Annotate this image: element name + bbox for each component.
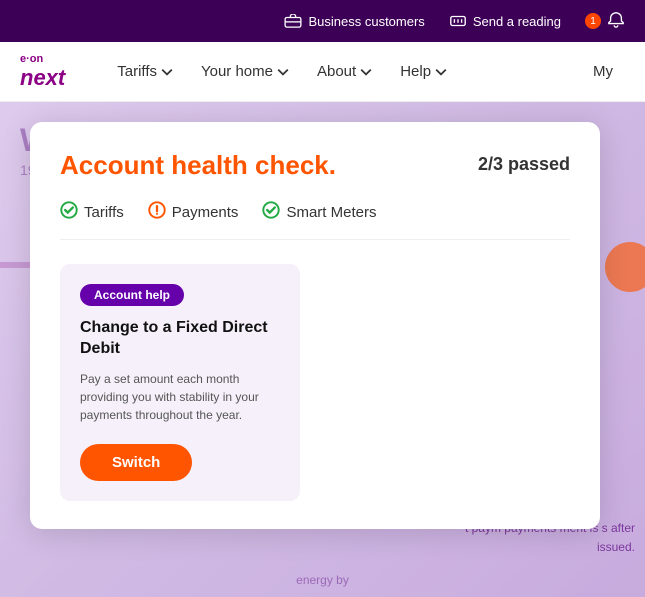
switch-button[interactable]: Switch <box>80 444 192 481</box>
nav-about[interactable]: About <box>305 55 384 88</box>
modal-score: 2/3 passed <box>478 154 570 175</box>
chevron-down-icon-4 <box>435 66 447 78</box>
chevron-down-icon-2 <box>277 66 289 78</box>
notification-count: 1 <box>590 16 596 27</box>
nav-tariffs-label: Tariffs <box>117 63 157 80</box>
nav-items: Tariffs Your home About Help My <box>105 55 625 88</box>
nav-my-label: My <box>593 63 613 80</box>
account-help-card: Account help Change to a Fixed Direct De… <box>60 264 300 501</box>
nav-help[interactable]: Help <box>388 55 459 88</box>
business-customers-label: Business customers <box>308 14 424 29</box>
check-smart-meters-label: Smart Meters <box>286 204 376 221</box>
check-tariffs-icon <box>60 201 78 223</box>
page-background: We 192 G t paym payments ment is s after… <box>0 102 645 597</box>
logo-next-text: next <box>20 65 65 91</box>
top-bar: Business customers Send a reading 1 <box>0 0 645 42</box>
send-reading-link[interactable]: Send a reading <box>449 12 561 30</box>
nav-your-home[interactable]: Your home <box>189 55 301 88</box>
notifications-link[interactable]: 1 <box>585 11 625 32</box>
check-smart-meters-item: Smart Meters <box>262 201 376 223</box>
check-tariffs-label: Tariffs <box>84 204 124 221</box>
modal-header: Account health check. 2/3 passed <box>60 150 570 181</box>
logo[interactable]: e·on next <box>20 53 65 91</box>
card-badge: Account help <box>80 284 184 306</box>
nav-tariffs[interactable]: Tariffs <box>105 55 185 88</box>
check-tariffs-item: Tariffs <box>60 201 124 223</box>
check-items-row: Tariffs Payments <box>60 201 570 240</box>
send-reading-label: Send a reading <box>473 14 561 29</box>
nav-help-label: Help <box>400 63 431 80</box>
nav-bar: e·on next Tariffs Your home About Help <box>0 42 645 102</box>
modal-title: Account health check. <box>60 150 336 181</box>
logo-eon-text: e·on <box>20 53 65 65</box>
check-payments-label: Payments <box>172 204 239 221</box>
business-customers-link[interactable]: Business customers <box>284 12 424 30</box>
notification-badge: 1 <box>585 13 601 29</box>
check-smart-meters-icon <box>262 201 280 223</box>
chevron-down-icon-3 <box>360 66 372 78</box>
nav-about-label: About <box>317 63 356 80</box>
card-title: Change to a Fixed Direct Debit <box>80 318 280 360</box>
bell-icon <box>607 11 625 32</box>
account-health-check-modal: Account health check. 2/3 passed Tariffs <box>30 122 600 529</box>
check-payments-icon <box>148 201 166 223</box>
nav-your-home-label: Your home <box>201 63 273 80</box>
card-description: Pay a set amount each month providing yo… <box>80 370 280 424</box>
briefcase-icon <box>284 12 302 30</box>
check-payments-item: Payments <box>148 201 239 223</box>
chevron-down-icon <box>161 66 173 78</box>
nav-my[interactable]: My <box>581 55 625 88</box>
meter-icon <box>449 12 467 30</box>
